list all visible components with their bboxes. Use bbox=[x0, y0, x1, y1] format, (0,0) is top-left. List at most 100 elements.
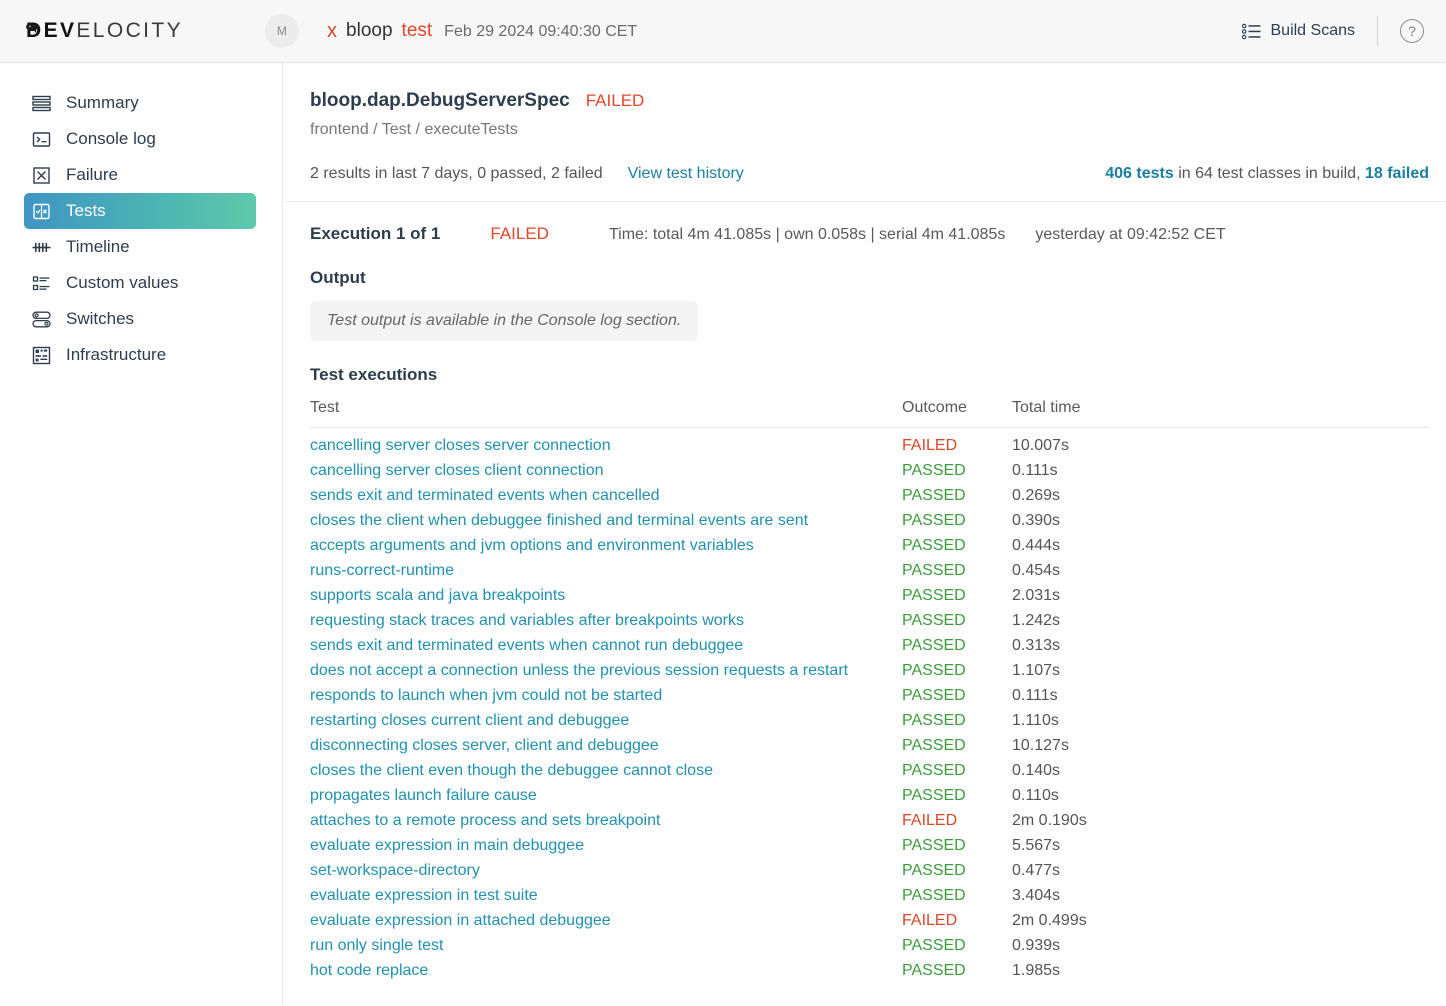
project-name[interactable]: bloop bbox=[346, 20, 393, 42]
sidebar-item-label: Timeline bbox=[66, 237, 130, 256]
custom-values-icon bbox=[30, 272, 52, 294]
table-row: sends exit and terminated events when ca… bbox=[310, 637, 1430, 662]
test-executions-table: Test Outcome Total time cancelling serve… bbox=[310, 399, 1430, 987]
task-name[interactable]: test bbox=[402, 20, 433, 42]
test-outcome: PASSED bbox=[902, 962, 966, 979]
sidebar-item-timeline[interactable]: Timeline bbox=[24, 229, 256, 265]
test-name-link[interactable]: runs-correct-runtime bbox=[310, 562, 902, 580]
column-header-outcome: Outcome bbox=[902, 399, 967, 416]
tests-icon bbox=[30, 200, 52, 222]
test-outcome: PASSED bbox=[902, 587, 966, 604]
test-total-time: 2.031s bbox=[1012, 587, 1061, 604]
sidebar-item-console-log[interactable]: Console log bbox=[24, 121, 256, 157]
sidebar-item-infrastructure[interactable]: Infrastructure bbox=[24, 337, 256, 373]
output-section-title: Output bbox=[310, 268, 366, 287]
test-outcome: PASSED bbox=[902, 537, 966, 554]
sidebar-item-label: Infrastructure bbox=[66, 345, 167, 364]
table-row: hot code replace PASSED 1.985s bbox=[310, 962, 1430, 987]
test-name-link[interactable]: supports scala and java breakpoints bbox=[310, 587, 902, 605]
test-name-link[interactable]: evaluate expression in attached debuggee bbox=[310, 912, 902, 930]
table-row: sends exit and terminated events when ca… bbox=[310, 487, 1430, 512]
table-header-row: Test Outcome Total time bbox=[310, 399, 1430, 428]
table-row: evaluate expression in test suite PASSED 3… bbox=[310, 887, 1430, 912]
test-total-time: 1.107s bbox=[1012, 662, 1061, 679]
test-outcome: PASSED bbox=[902, 612, 966, 629]
sidebar-item-summary[interactable]: Summary bbox=[24, 85, 256, 121]
test-name-link[interactable]: cancelling server closes client connecti… bbox=[310, 462, 902, 480]
test-name-link[interactable]: requesting stack traces and variables af… bbox=[310, 612, 902, 630]
sidebar-item-label: Summary bbox=[66, 93, 139, 112]
test-class-header: bloop.dap.DebugServerSpec FAILED fronten… bbox=[284, 63, 1446, 183]
sidebar-item-switches[interactable]: Switches bbox=[24, 301, 256, 337]
avatar[interactable]: M bbox=[265, 14, 300, 48]
logo-text-elocity: ELOCITY bbox=[76, 19, 184, 42]
build-stats: 406 tests in 64 test classes in build, 1… bbox=[1105, 165, 1429, 183]
table-row: responds to launch when jvm could not be… bbox=[310, 687, 1430, 712]
sidebar-item-label: Console log bbox=[66, 129, 156, 148]
sidebar-item-custom-values[interactable]: Custom values bbox=[24, 265, 256, 301]
scan-title: x bloop test Feb 29 2024 09:40:30 CET bbox=[327, 20, 637, 42]
test-name-link[interactable]: accepts arguments and jvm options and en… bbox=[310, 537, 902, 555]
failure-icon bbox=[30, 164, 52, 186]
test-outcome: PASSED bbox=[902, 887, 966, 904]
test-total-time: 0.140s bbox=[1012, 762, 1061, 779]
column-header-total-time: Total time bbox=[1012, 399, 1081, 416]
test-total-time: 0.313s bbox=[1012, 637, 1061, 654]
execution-timestamp: yesterday at 09:42:52 CET bbox=[1035, 226, 1226, 243]
test-name-link[interactable]: evaluate expression in main debuggee bbox=[310, 837, 902, 855]
test-name-link[interactable]: closes the client when debuggee finished… bbox=[310, 512, 902, 530]
output-message: Test output is available in the Console … bbox=[310, 301, 699, 341]
column-header-test: Test bbox=[310, 399, 340, 416]
test-name-link[interactable]: attaches to a remote process and sets br… bbox=[310, 812, 902, 830]
failed-tests-link[interactable]: 18 failed bbox=[1365, 165, 1429, 182]
test-total-time: 0.939s bbox=[1012, 937, 1061, 954]
develocity-logo[interactable]: DEV ELOCITY bbox=[26, 19, 183, 43]
test-name-link[interactable]: responds to launch when jvm could not be… bbox=[310, 687, 902, 705]
test-total-time: 5.567s bbox=[1012, 837, 1061, 854]
table-row: disconnecting closes server, client and … bbox=[310, 737, 1430, 762]
sidebar-item-label: Custom values bbox=[66, 273, 179, 292]
test-outcome: PASSED bbox=[902, 687, 966, 704]
test-total-time: 0.444s bbox=[1012, 537, 1061, 554]
test-total-time: 2m 0.499s bbox=[1012, 912, 1087, 929]
page-title: bloop.dap.DebugServerSpec bbox=[310, 90, 570, 111]
avatar-initial: M bbox=[276, 24, 288, 38]
test-outcome: PASSED bbox=[902, 662, 966, 679]
scan-date: Feb 29 2024 09:40:30 CET bbox=[444, 23, 638, 40]
total-tests-link[interactable]: 406 tests bbox=[1105, 165, 1174, 182]
test-name-link[interactable]: hot code replace bbox=[310, 962, 902, 980]
test-total-time: 1.985s bbox=[1012, 962, 1061, 979]
test-outcome: PASSED bbox=[902, 712, 966, 729]
test-total-time: 0.110s bbox=[1012, 787, 1059, 804]
test-name-link[interactable]: propagates launch failure cause bbox=[310, 787, 902, 805]
status-badge: FAILED bbox=[585, 91, 645, 110]
test-name-link[interactable]: does not accept a connection unless the … bbox=[310, 662, 902, 680]
sidebar: Summary Console log Failure Tests Timeli… bbox=[0, 63, 283, 1006]
build-stats-middle: in 64 test classes in build, bbox=[1173, 165, 1365, 182]
test-name-link[interactable]: restarting closes current client and deb… bbox=[310, 712, 902, 730]
test-name-link[interactable]: closes the client even though the debugg… bbox=[310, 762, 902, 780]
view-test-history-link[interactable]: View test history bbox=[628, 165, 744, 183]
test-total-time: 0.111s bbox=[1012, 687, 1058, 704]
sidebar-item-failure[interactable]: Failure bbox=[24, 157, 256, 193]
test-name-link[interactable]: sends exit and terminated events when ca… bbox=[310, 487, 902, 505]
test-name-link[interactable]: run only single test bbox=[310, 937, 902, 955]
test-name-link[interactable]: disconnecting closes server, client and … bbox=[310, 737, 902, 755]
sidebar-item-tests[interactable]: Tests bbox=[24, 193, 256, 229]
test-outcome: PASSED bbox=[902, 737, 966, 754]
help-glyph: ? bbox=[1408, 23, 1416, 39]
test-outcome: PASSED bbox=[902, 762, 966, 779]
table-row: closes the client when debuggee finished… bbox=[310, 512, 1430, 537]
test-name-link[interactable]: set-workspace-directory bbox=[310, 862, 902, 880]
execution-label: Execution 1 of 1 bbox=[310, 224, 441, 243]
test-outcome: PASSED bbox=[902, 562, 966, 579]
build-scans-button[interactable]: Build Scans bbox=[1241, 22, 1356, 40]
test-name-link[interactable]: cancelling server closes server connecti… bbox=[310, 437, 902, 455]
test-name-link[interactable]: evaluate expression in test suite bbox=[310, 887, 902, 905]
help-icon[interactable]: ? bbox=[1400, 19, 1424, 43]
build-scans-label: Build Scans bbox=[1270, 22, 1356, 39]
test-total-time: 10.007s bbox=[1012, 437, 1069, 454]
switches-icon bbox=[30, 308, 52, 330]
test-name-link[interactable]: sends exit and terminated events when ca… bbox=[310, 637, 902, 655]
test-class-title-row: bloop.dap.DebugServerSpec FAILED bbox=[310, 90, 1446, 112]
